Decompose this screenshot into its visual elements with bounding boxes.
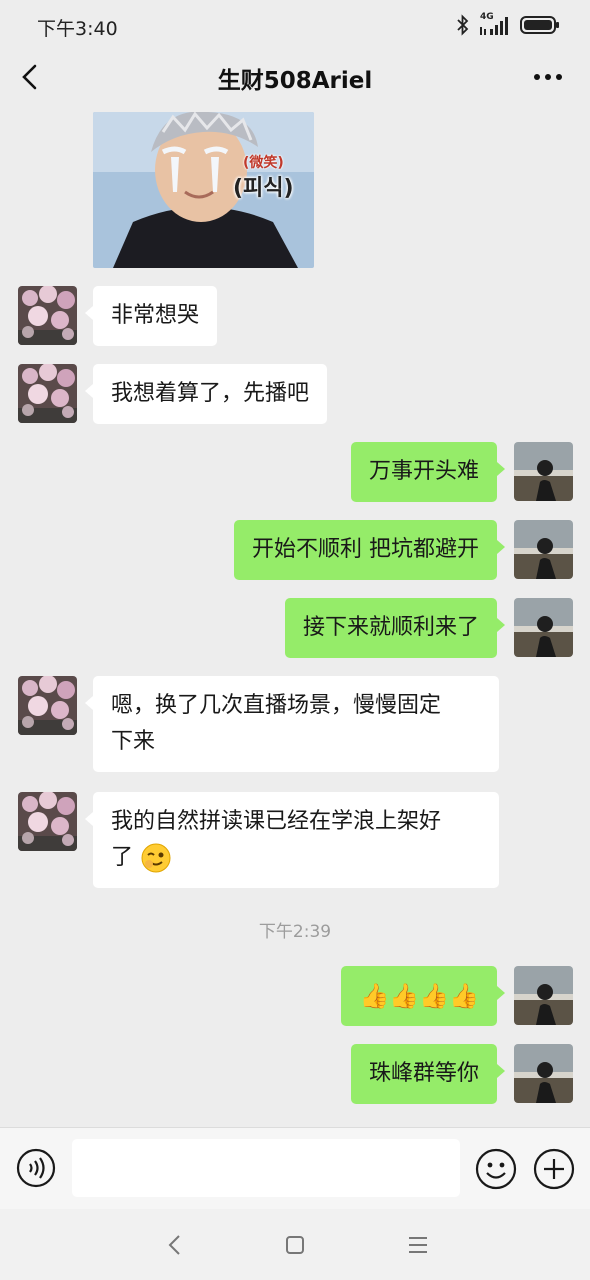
message-bubble-outgoing[interactable]: 👍👍👍👍 — [341, 966, 505, 1026]
contact-avatar[interactable] — [18, 286, 77, 345]
contact-avatar[interactable] — [18, 364, 77, 423]
my-avatar[interactable] — [514, 520, 573, 579]
sticker-caption-top: (微笑) — [243, 155, 284, 171]
message-text-line: 了 — [111, 840, 481, 876]
my-avatar[interactable] — [514, 442, 573, 501]
message-bubble-outgoing[interactable]: 接下来就顺利来了 — [284, 598, 506, 658]
message-text-line: 我的自然拼读课已经在学浪上架好 — [111, 809, 442, 834]
nav-menu-icon[interactable] — [406, 1233, 430, 1257]
message-bubble-incoming[interactable]: 我的自然拼读课已经在学浪上架好 了 — [85, 792, 499, 888]
plus-icon[interactable] — [533, 1148, 575, 1190]
wink-emoji-icon — [141, 843, 171, 873]
input-bar — [0, 1127, 590, 1209]
battery-icon — [520, 16, 559, 34]
chat-header: 生财508Ariel — [0, 52, 590, 102]
message-bubble-incoming[interactable]: 我想着算了，先播吧 — [84, 364, 328, 424]
status-time: 下午3:40 — [37, 18, 118, 40]
chat-title: 生财508Ariel — [217, 68, 373, 94]
my-avatar[interactable] — [514, 598, 573, 657]
emoji-icon[interactable] — [475, 1148, 517, 1190]
voice-icon[interactable] — [16, 1148, 56, 1188]
nav-home-icon[interactable] — [283, 1233, 307, 1257]
status-bar: 下午3:40 4G — [0, 0, 590, 52]
contact-avatar[interactable] — [18, 792, 77, 851]
contact-avatar[interactable] — [18, 676, 77, 735]
message-text-line: 嗯，换了几次直播场景，慢慢固定 — [111, 693, 442, 718]
bluetooth-icon — [457, 14, 469, 36]
message-bubble-outgoing[interactable]: 万事开头难 — [350, 442, 506, 502]
sticker-caption-bottom: (피식) — [233, 176, 294, 201]
message-text-line: 下来 — [111, 729, 156, 754]
message-bubble-incoming[interactable]: 嗯，换了几次直播场景，慢慢固定 下来 — [85, 676, 499, 772]
message-bubble-incoming[interactable]: 非常想哭 — [84, 286, 218, 346]
message-bubble-outgoing[interactable]: 珠峰群等你 — [350, 1044, 506, 1104]
status-icons: 4G — [456, 12, 560, 38]
nav-back-icon[interactable] — [163, 1233, 187, 1257]
signal-icon: 4G — [480, 12, 510, 35]
my-avatar[interactable] — [514, 966, 573, 1025]
my-avatar[interactable] — [514, 1044, 573, 1103]
message-input[interactable] — [72, 1139, 460, 1197]
more-dots-icon[interactable] — [532, 62, 564, 92]
system-nav-bar — [0, 1209, 590, 1280]
message-list[interactable]: (微笑) (피식) 非常想哭 我想着算了，先播吧 万事开头难 开始不顺利 把坑都… — [0, 102, 590, 1127]
message-timestamp: 下午2:39 — [258, 922, 332, 942]
message-bubble-outgoing[interactable]: 开始不顺利 把坑都避开 — [234, 520, 505, 580]
sticker-image[interactable]: (微笑) (피식) — [93, 112, 314, 268]
